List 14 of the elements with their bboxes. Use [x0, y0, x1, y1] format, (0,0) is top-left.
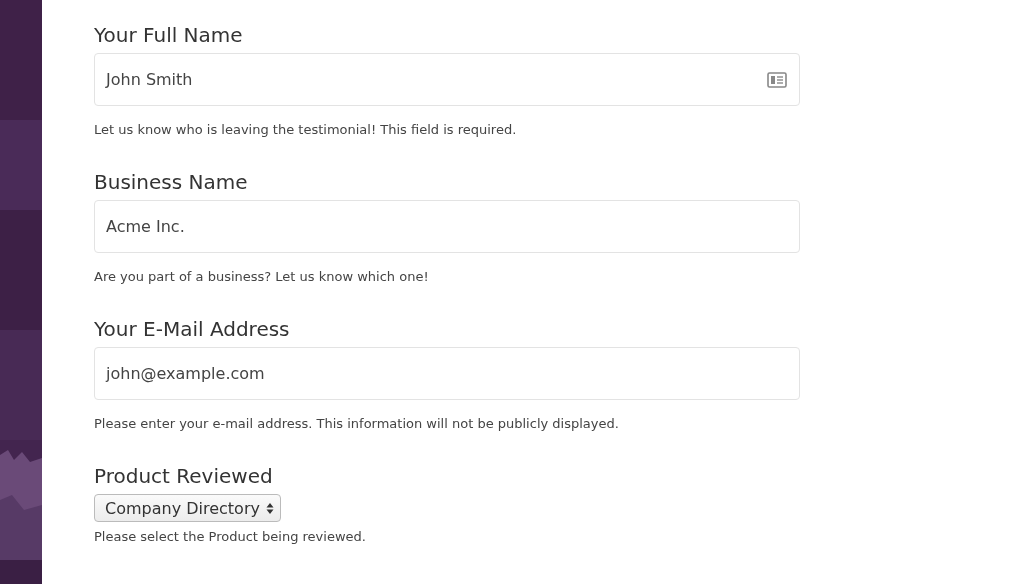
field-label: Your Full Name — [94, 22, 244, 48]
help-text: Let us know who is leaving the testimonial! This field is required. — [94, 121, 518, 139]
field-label: Product Reviewed — [94, 463, 274, 489]
input-field[interactable]: Acme Inc. — [94, 200, 800, 253]
help-text: Please select the Product being reviewed. — [94, 528, 367, 546]
help-text: Are you part of a business? Let us know which one! — [94, 268, 430, 286]
input-field[interactable]: john@example.com — [94, 347, 800, 400]
field-label: Your E-Mail Address — [94, 316, 291, 342]
product-dropdown[interactable]: Company Directory — [94, 494, 281, 522]
field-label: Business Name — [94, 169, 249, 195]
help-text: Please enter your e-mail address. This information will not be publicly displayed. — [94, 415, 620, 433]
input-field[interactable]: John Smith — [94, 53, 800, 106]
contact-card-icon — [767, 71, 787, 88]
updown-caret-icon — [265, 501, 274, 515]
